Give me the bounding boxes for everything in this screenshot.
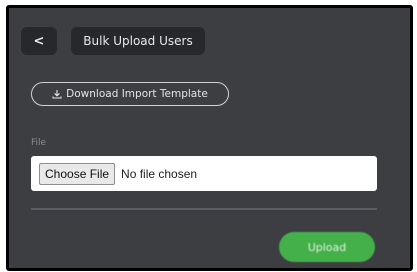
divider	[31, 208, 377, 210]
download-template-label: Download Import Template	[66, 88, 208, 100]
download-template-button[interactable]: Download Import Template	[31, 82, 229, 106]
back-button[interactable]: <	[21, 27, 57, 55]
page-title-text: Bulk Upload Users	[83, 34, 193, 48]
upload-button-label: Upload	[307, 240, 347, 254]
upload-button[interactable]: Upload	[279, 232, 375, 262]
file-status-text: No file chosen	[121, 166, 198, 181]
back-icon: <	[33, 33, 45, 49]
download-icon	[52, 90, 62, 99]
file-field-label: File	[31, 138, 47, 148]
page-title: Bulk Upload Users	[71, 27, 205, 55]
choose-file-button[interactable]: Choose File	[39, 162, 116, 185]
bulk-upload-panel: < Bulk Upload Users Download Import Temp…	[6, 5, 413, 271]
file-input[interactable]: Choose File No file chosen	[31, 156, 377, 191]
